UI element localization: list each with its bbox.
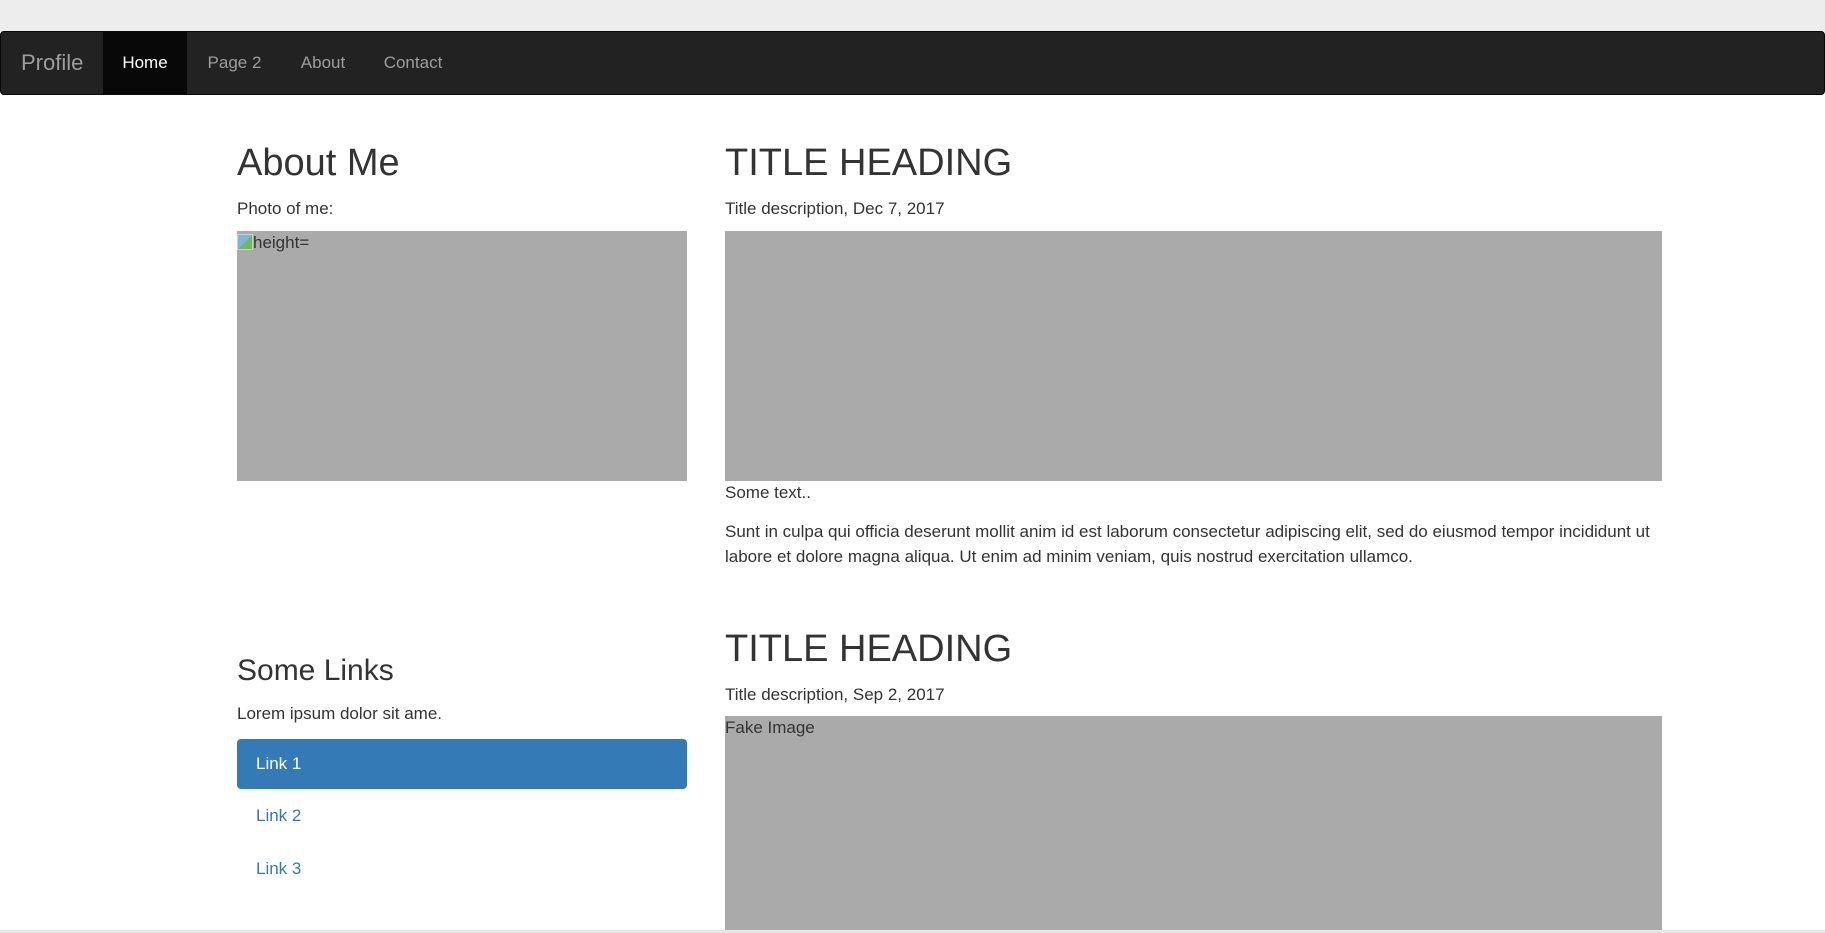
post-1-description: Title description, Dec 7, 2017 xyxy=(725,199,945,218)
post-1-body: Sunt in culpa qui officia deserunt molli… xyxy=(725,522,1650,566)
post-2-description: Title description, Sep 2, 2017 xyxy=(725,685,945,704)
post-1-title: TITLE HEADING xyxy=(725,142,1013,184)
nav-item-about[interactable]: About xyxy=(282,32,364,94)
profile-photo: height= xyxy=(237,231,687,481)
nav-item-contact[interactable]: Contact xyxy=(364,32,462,94)
photo-label: Photo of me: xyxy=(237,199,334,218)
sidebar-link-2[interactable]: Link 2 xyxy=(237,791,687,841)
post-2-image: Fake Image xyxy=(725,716,1662,930)
sidebar-link-1[interactable]: Link 1 xyxy=(237,739,687,789)
nav-item-home[interactable]: Home xyxy=(103,32,187,94)
sidebar-link-3[interactable]: Link 3 xyxy=(237,844,687,894)
post-2-image-text: Fake Image xyxy=(725,718,815,737)
some-links-heading: Some Links xyxy=(237,654,394,687)
top-navbar: Profile Home Page 2 About Contact xyxy=(0,31,1825,95)
photo-alt-text: height= xyxy=(237,233,309,253)
post-1-short-text: Some text.. xyxy=(725,483,811,502)
post-2-title: TITLE HEADING xyxy=(725,628,1013,670)
photo-alt-label: height= xyxy=(253,233,310,252)
links-intro: Lorem ipsum dolor sit ame. xyxy=(237,704,443,723)
navbar-brand[interactable]: Profile xyxy=(21,32,83,94)
post-1-image xyxy=(725,231,1662,481)
browser-top-strip xyxy=(0,0,1825,32)
about-me-heading: About Me xyxy=(237,142,400,184)
broken-image-icon xyxy=(237,234,253,250)
nav-item-page-2[interactable]: Page 2 xyxy=(187,32,282,94)
